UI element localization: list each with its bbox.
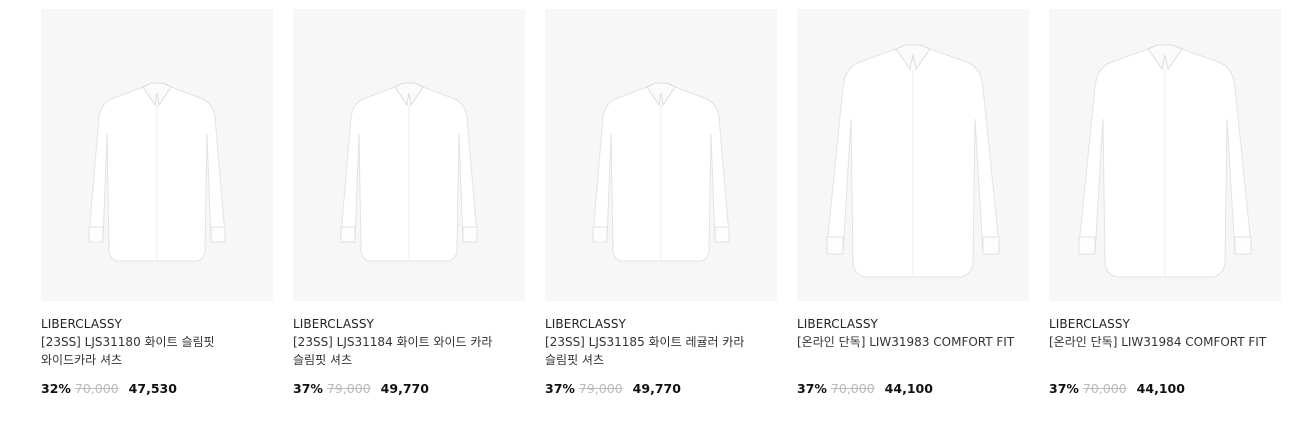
shirt-image xyxy=(592,82,730,262)
product-brand: LIBERCLASSY xyxy=(545,317,626,331)
original-price: 79,000 xyxy=(326,381,371,396)
original-price: 70,000 xyxy=(74,381,119,396)
original-price: 70,000 xyxy=(1082,381,1127,396)
shirt-image xyxy=(1078,44,1252,278)
sale-price: 47,530 xyxy=(128,381,177,396)
product-name[interactable]: [23SS] LJS31184 화이트 와이드 카라 슬림핏 셔츠 xyxy=(293,333,525,369)
price-row: 37% 70,000 44,100 xyxy=(797,380,1029,398)
shirt-image xyxy=(826,44,1000,278)
price-row: 37% 79,000 49,770 xyxy=(293,380,525,398)
product-brand: LIBERCLASSY xyxy=(293,317,374,331)
original-price: 79,000 xyxy=(578,381,623,396)
discount-rate: 37% xyxy=(293,381,323,396)
product-brand: LIBERCLASSY xyxy=(1049,317,1130,331)
product-name[interactable]: [23SS] LJS31185 화이트 레귤러 카라 슬림핏 셔츠 xyxy=(545,333,777,369)
shirt-image xyxy=(88,82,226,262)
product-card[interactable]: LIBERCLASSY [23SS] LJS31185 화이트 레귤러 카라 슬… xyxy=(545,9,777,398)
discount-rate: 37% xyxy=(545,381,575,396)
product-card[interactable]: LIBERCLASSY [온라인 단독] LIW31984 COMFORT FI… xyxy=(1049,9,1281,398)
sale-price: 49,770 xyxy=(632,381,681,396)
product-name[interactable]: [온라인 단독] LIW31983 COMFORT FIT xyxy=(797,333,1029,369)
sale-price: 49,770 xyxy=(380,381,429,396)
product-name[interactable]: [23SS] LJS31180 화이트 슬림핏 와이드카라 셔츠 xyxy=(41,333,273,369)
discount-rate: 37% xyxy=(797,381,827,396)
product-thumbnail[interactable] xyxy=(1049,9,1281,301)
product-thumbnail[interactable] xyxy=(41,9,273,301)
product-thumbnail[interactable] xyxy=(797,9,1029,301)
product-grid: LIBERCLASSY [23SS] LJS31180 화이트 슬림핏 와이드카… xyxy=(41,9,1281,398)
product-name[interactable]: [온라인 단독] LIW31984 COMFORT FIT xyxy=(1049,333,1281,369)
product-card[interactable]: LIBERCLASSY [23SS] LJS31184 화이트 와이드 카라 슬… xyxy=(293,9,525,398)
product-card[interactable]: LIBERCLASSY [온라인 단독] LIW31983 COMFORT FI… xyxy=(797,9,1029,398)
shirt-image xyxy=(340,82,478,262)
discount-rate: 32% xyxy=(41,381,71,396)
product-brand: LIBERCLASSY xyxy=(41,317,122,331)
sale-price: 44,100 xyxy=(884,381,933,396)
product-card[interactable]: LIBERCLASSY [23SS] LJS31180 화이트 슬림핏 와이드카… xyxy=(41,9,273,398)
sale-price: 44,100 xyxy=(1136,381,1185,396)
original-price: 70,000 xyxy=(830,381,875,396)
price-row: 32% 70,000 47,530 xyxy=(41,380,273,398)
price-row: 37% 79,000 49,770 xyxy=(545,380,777,398)
product-thumbnail[interactable] xyxy=(545,9,777,301)
price-row: 37% 70,000 44,100 xyxy=(1049,380,1281,398)
product-thumbnail[interactable] xyxy=(293,9,525,301)
discount-rate: 37% xyxy=(1049,381,1079,396)
product-brand: LIBERCLASSY xyxy=(797,317,878,331)
